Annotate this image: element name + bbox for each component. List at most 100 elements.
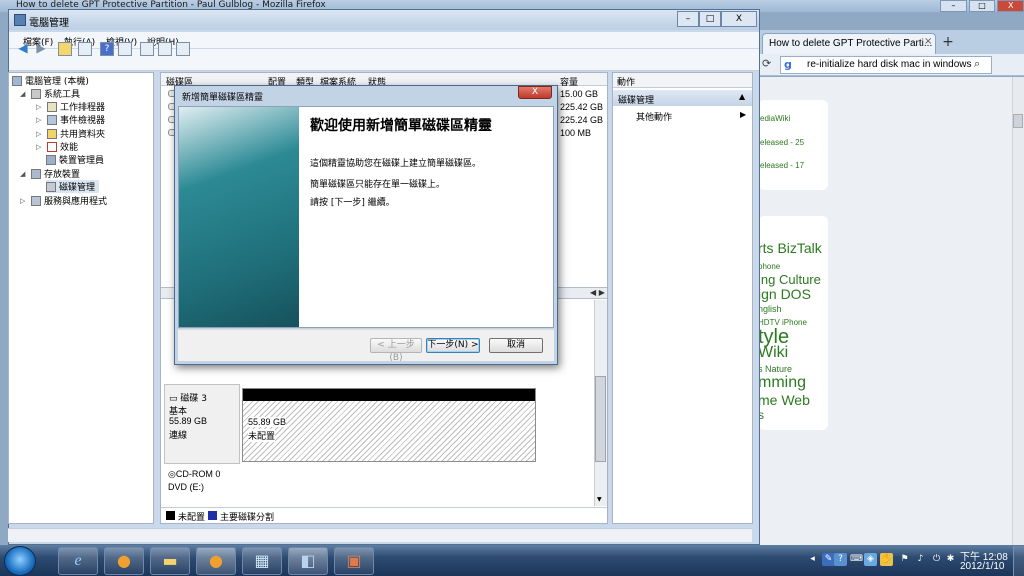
collapse-icon[interactable]: ◢ — [20, 170, 28, 178]
cancel-button[interactable]: 取消 — [489, 338, 543, 353]
scroll-down-icon[interactable]: ▼ — [597, 496, 602, 503]
statusbar — [8, 528, 752, 542]
more-actions-item[interactable]: 其他動作 — [636, 110, 672, 123]
vertical-scrollbar-thumb[interactable] — [595, 376, 606, 462]
firefox-tab[interactable]: How to delete GPT Protective Parti... — [762, 33, 936, 54]
tree-item-services-applications[interactable]: ▷ 服務與應用程式 — [20, 194, 107, 207]
next-button[interactable]: 下一步(N) > — [426, 338, 480, 353]
minimize-button[interactable]: – — [677, 11, 699, 27]
search-input[interactable]: re-initialize hard disk mac in windows — [780, 56, 992, 74]
collapse-icon[interactable]: ◢ — [20, 90, 28, 98]
help-icon[interactable]: ? — [100, 42, 114, 56]
settings-icon[interactable] — [176, 42, 190, 56]
expand-icon[interactable]: ▷ — [20, 197, 28, 205]
scroll-right-icon[interactable]: ◀ ▶ — [590, 288, 605, 297]
tree-item-performance[interactable]: ▷ 效能 — [36, 140, 78, 153]
expand-icon[interactable]: ▷ — [36, 116, 44, 124]
bluetooth-icon[interactable]: ✱ — [944, 553, 957, 566]
new-tab-button[interactable]: + — [938, 33, 958, 53]
tab-close-icon[interactable]: × — [924, 36, 932, 47]
back-button[interactable]: < 上一步(B) — [370, 338, 422, 363]
tree-item-computer-management[interactable]: 電腦管理 (本機) — [12, 74, 89, 87]
keyboard-icon[interactable]: ⌨ — [850, 553, 863, 566]
show-desktop-button[interactable] — [1013, 546, 1024, 576]
volume-icon[interactable]: ♪ — [914, 553, 927, 566]
reload-icon[interactable]: ⟳ — [762, 57, 776, 71]
close-button[interactable]: X — [721, 11, 757, 27]
security-icon[interactable]: ✋ — [880, 553, 893, 566]
collapse-up-icon[interactable]: ▲ — [739, 92, 745, 101]
web-scrollbar-thumb[interactable] — [1013, 114, 1023, 128]
start-button[interactable] — [4, 546, 36, 576]
submenu-arrow-icon[interactable]: ▶ — [740, 110, 746, 119]
firefox-window-icon[interactable]: ● — [196, 547, 236, 575]
properties-icon[interactable] — [140, 42, 154, 56]
partition-status: 未配置 — [248, 429, 276, 442]
tree-item-disk-management[interactable]: 磁碟管理 — [46, 180, 100, 193]
tag-link[interactable]: ign DOS — [758, 286, 811, 302]
tree-item-storage[interactable]: ◢ 存放裝置 — [20, 167, 80, 180]
tree-item-shared-folders[interactable]: ▷ 共用資料夾 — [36, 127, 105, 140]
column-capacity[interactable]: 容量 — [560, 75, 578, 88]
tag-link[interactable]: mming — [758, 374, 806, 392]
firefox-close-button[interactable]: X — [997, 0, 1024, 12]
tag-link[interactable]: s Nature — [758, 364, 792, 374]
storage-icon — [31, 168, 41, 179]
tag-link[interactable]: ing Culture — [758, 272, 821, 287]
powerpoint-icon[interactable]: ▣ — [334, 547, 374, 575]
tree-item-event-viewer[interactable]: ▷ 事件檢視器 — [36, 113, 105, 126]
maximize-button[interactable]: □ — [699, 11, 721, 27]
tag-link[interactable]: nglish — [758, 304, 782, 314]
disk-management-icon — [46, 181, 56, 192]
volume-capacity: 100 MB — [560, 128, 592, 138]
search-icon[interactable]: ⌕ — [974, 57, 980, 71]
tree-item-system-tools[interactable]: ◢ 系統工具 — [20, 87, 80, 100]
card-link[interactable]: ediaWiki — [760, 114, 790, 123]
actions-section-disk-management[interactable]: 磁碟管理 ▲ — [613, 90, 752, 106]
sidebar-card: ediaWiki eleased - 25 eleased - 17 — [758, 100, 828, 190]
web-scrollbar[interactable] — [1012, 77, 1024, 545]
clock-date[interactable]: 2012/1/10 — [960, 561, 1005, 572]
disk-management-icon[interactable]: ◧ — [288, 547, 328, 575]
expand-icon[interactable]: ▷ — [36, 130, 44, 138]
file-explorer-icon[interactable]: ▬ — [150, 547, 190, 575]
cdrom-name: ◎CD-ROM 0 — [168, 469, 221, 479]
back-arrow-icon[interactable]: ◀ — [16, 42, 30, 56]
computer-management-icon[interactable]: ▦ — [242, 547, 282, 575]
tag-link[interactable]: rts BizTalk — [758, 240, 822, 256]
tag-link[interactable]: phone — [758, 262, 780, 271]
volume-capacity: 225.24 GB — [560, 115, 604, 125]
wizard-close-button[interactable]: X — [518, 86, 552, 99]
google-icon[interactable]: g — [784, 58, 796, 71]
flag-icon[interactable]: ⚑ — [898, 553, 911, 566]
disk-name: ▭ 磁碟 3 — [169, 394, 207, 404]
actions-pane — [612, 72, 753, 524]
tree-item-task-scheduler[interactable]: ▷ 工作排程器 — [36, 100, 105, 113]
expand-icon[interactable]: ▷ — [36, 103, 44, 111]
card-link[interactable]: eleased - 25 — [760, 138, 804, 147]
computer-icon — [12, 75, 22, 86]
view-icon[interactable] — [118, 42, 132, 56]
forward-arrow-icon[interactable]: ▶ — [34, 42, 48, 56]
expand-icon[interactable]: ▷ — [36, 143, 44, 151]
actions-header-label: 動作 — [617, 78, 636, 88]
cdrom-info[interactable]: ◎CD-ROM 0 DVD (E:) — [164, 467, 240, 507]
firefox-minimize-button[interactable]: – — [940, 0, 967, 12]
help-tray-icon[interactable]: ? — [834, 553, 847, 566]
tree-item-device-manager[interactable]: 裝置管理員 — [46, 153, 104, 166]
disk-icon[interactable] — [158, 42, 172, 56]
show-hidden-icon[interactable]: ◂ — [806, 553, 819, 566]
internet-explorer-icon[interactable]: e — [58, 547, 98, 575]
tag-link[interactable]: Wiki — [758, 344, 788, 362]
network-icon[interactable]: ◈ — [864, 553, 877, 566]
card-link[interactable]: eleased - 17 — [760, 161, 804, 170]
tag-link[interactable]: me Web — [758, 392, 810, 408]
up-folder-icon[interactable] — [58, 42, 72, 56]
device-manager-icon — [46, 154, 56, 165]
firefox-maximize-button[interactable]: □ — [968, 0, 996, 12]
power-icon[interactable]: ⏻ — [930, 553, 943, 566]
actions-section-label: 磁碟管理 — [618, 96, 655, 106]
show-tree-icon[interactable] — [78, 42, 92, 56]
firefox-icon[interactable]: ● — [104, 547, 144, 575]
disk-3-info[interactable]: ▭ 磁碟 3 基本 55.89 GB 連線 — [164, 384, 240, 464]
